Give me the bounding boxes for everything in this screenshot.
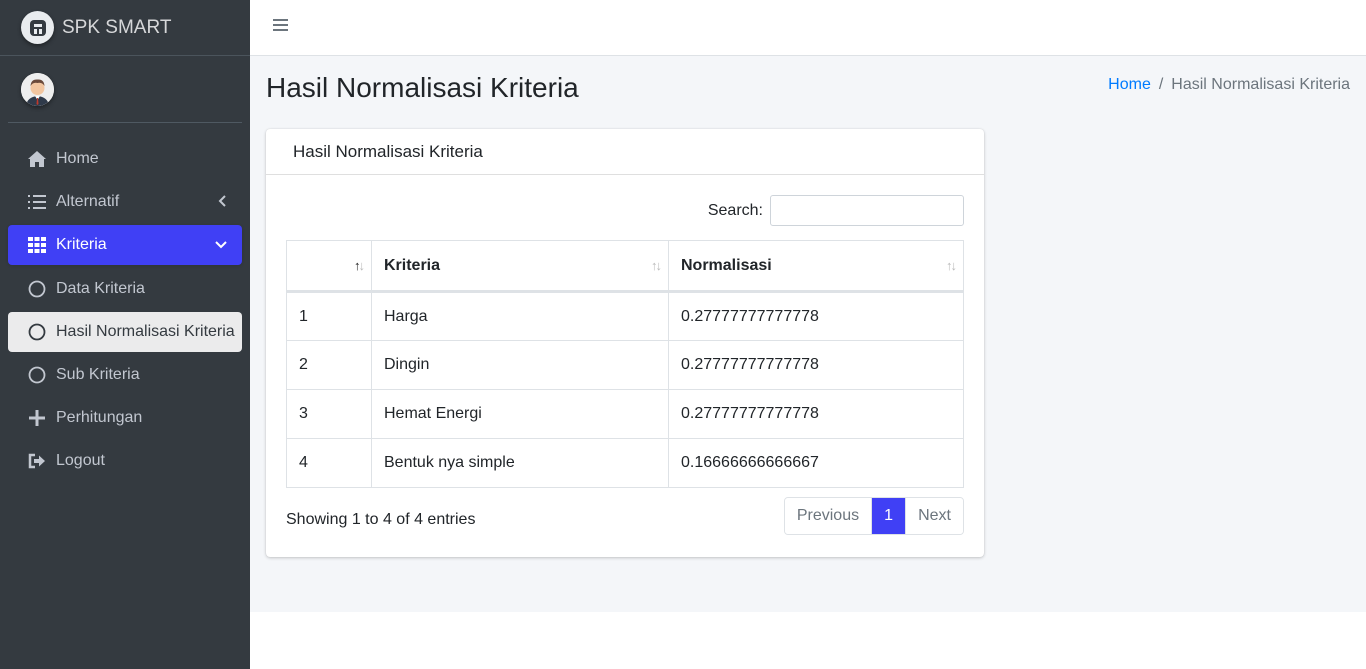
home-icon: [26, 149, 48, 169]
cell-kriteria: Dingin: [371, 340, 669, 390]
sidebar-item-label: Alternatif: [56, 193, 120, 211]
breadcrumb-separator: /: [1158, 76, 1164, 93]
circle-icon: [26, 279, 48, 299]
search-row: Search:: [708, 195, 964, 226]
brand-logo-icon: [21, 11, 54, 44]
sidebar-nav: Home Alternatif Kriteria Data Kriteria H…: [0, 139, 250, 481]
sidebar-item-data-kriteria[interactable]: Data Kriteria: [8, 269, 242, 309]
brand-link[interactable]: SPK SMART: [0, 0, 250, 56]
top-navbar: [250, 0, 1366, 56]
logout-icon: [26, 451, 48, 471]
cell-normalisasi: 0.27777777777778: [668, 389, 964, 439]
normalisasi-table: ↑↓ Kriteria ↑↓ Normalisasi ↑↓ 1 Harga 0.…: [286, 240, 964, 488]
sidebar-item-label: Sub Kriteria: [56, 365, 140, 383]
pagination-next-button[interactable]: Next: [905, 498, 963, 534]
pagination-previous-button[interactable]: Previous: [784, 498, 873, 534]
column-header-kriteria[interactable]: Kriteria ↑↓: [371, 240, 669, 293]
sidebar-item-label: Logout: [56, 452, 105, 470]
circle-icon: [26, 365, 48, 385]
sidebar-item-label: Perhitungan: [56, 409, 143, 427]
cell-kriteria: Bentuk nya simple: [371, 438, 669, 488]
sidebar-item-label: Home: [56, 150, 99, 167]
cell-no: 3: [286, 389, 372, 439]
cell-no: 4: [286, 438, 372, 488]
chevron-left-icon: [218, 194, 228, 213]
entries-info: Showing 1 to 4 of 4 entries: [286, 511, 476, 528]
pagination: Previous 1 Next: [783, 497, 964, 535]
table-row: 1 Harga 0.27777777777778: [286, 291, 964, 341]
sidebar-item-hasil-normalisasi[interactable]: Hasil Normalisasi Kriteria: [8, 311, 242, 352]
column-header-no[interactable]: ↑↓: [286, 240, 372, 293]
table-row: 3 Hemat Energi 0.27777777777778: [286, 389, 964, 439]
sidebar-item-alternatif[interactable]: Alternatif: [8, 182, 242, 222]
sidebar-item-label: Hasil Normalisasi Kriteria: [56, 322, 235, 340]
sidebar-item-perhitungan[interactable]: Perhitungan: [8, 398, 242, 438]
sort-asc-icon: ↑↓: [354, 258, 365, 273]
breadcrumb-current: Hasil Normalisasi Kriteria: [1171, 76, 1350, 93]
chevron-down-icon: [214, 237, 228, 255]
hamburger-menu-icon[interactable]: [273, 18, 289, 37]
footer-area: [250, 612, 1366, 669]
cell-no: 2: [286, 340, 372, 390]
sort-icon: ↑↓: [651, 258, 662, 273]
cell-kriteria: Harga: [371, 291, 669, 341]
plus-icon: [26, 408, 48, 428]
normalisasi-card: Hasil Normalisasi Kriteria Search: ↑↓ Kr…: [266, 129, 984, 557]
cell-no: 1: [286, 291, 372, 341]
search-label: Search:: [707, 201, 763, 219]
column-header-normalisasi[interactable]: Normalisasi ↑↓: [668, 240, 964, 293]
pagination-page-1[interactable]: 1: [872, 498, 906, 534]
user-panel: [8, 56, 242, 123]
sidebar-item-logout[interactable]: Logout: [8, 441, 242, 481]
brand-name: SPK SMART: [62, 16, 172, 38]
cell-normalisasi: 0.16666666666667: [668, 438, 964, 488]
list-icon: [26, 192, 48, 212]
grid-icon: [26, 235, 48, 255]
table-header-row: ↑↓ Kriteria ↑↓ Normalisasi ↑↓: [286, 240, 964, 293]
content-wrapper: Hasil Normalisasi Kriteria Home / Hasil …: [250, 56, 1366, 612]
page-title: Hasil Normalisasi Kriteria: [266, 72, 579, 103]
sidebar-item-home[interactable]: Home: [8, 139, 242, 179]
cell-normalisasi: 0.27777777777778: [668, 291, 964, 341]
table-row: 2 Dingin 0.27777777777778: [286, 340, 964, 390]
cell-normalisasi: 0.27777777777778: [668, 340, 964, 390]
sort-icon: ↑↓: [946, 258, 957, 273]
cell-kriteria: Hemat Energi: [371, 389, 669, 439]
card-title: Hasil Normalisasi Kriteria: [266, 129, 984, 175]
search-input[interactable]: [770, 195, 964, 226]
table-row: 4 Bentuk nya simple 0.16666666666667: [286, 438, 964, 488]
breadcrumb: Home / Hasil Normalisasi Kriteria: [1108, 76, 1350, 94]
breadcrumb-home-link[interactable]: Home: [1108, 76, 1151, 94]
avatar[interactable]: [21, 72, 54, 106]
sidebar-item-kriteria[interactable]: Kriteria: [8, 225, 242, 266]
circle-icon: [26, 322, 48, 342]
sidebar: SPK SMART Home Alternatif Kriteria Data …: [0, 0, 250, 669]
sidebar-item-label: Kriteria: [56, 236, 107, 254]
sidebar-item-label: Data Kriteria: [56, 279, 145, 297]
sidebar-item-sub-kriteria[interactable]: Sub Kriteria: [8, 355, 242, 395]
